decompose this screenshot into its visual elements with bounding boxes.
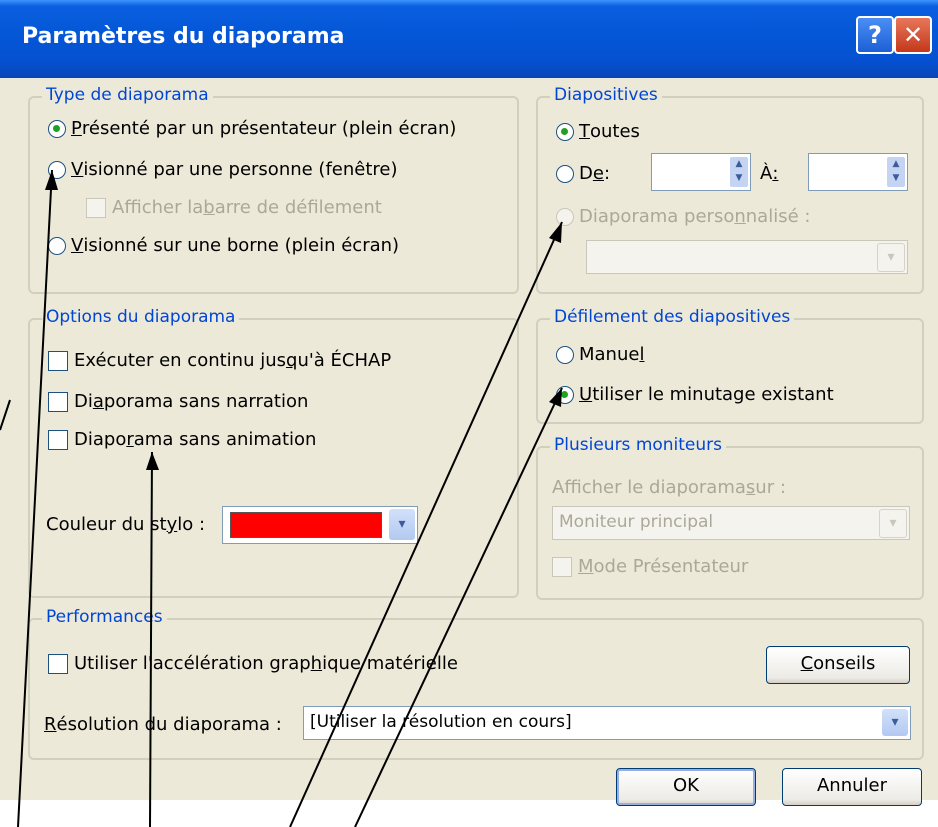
resolution-label: Résolution du diaporama : [44, 714, 282, 735]
chevron-down-icon[interactable]: ▾ [882, 709, 908, 736]
checkbox-box[interactable] [86, 197, 106, 218]
group-title: Plusieurs moniteurs [550, 435, 727, 455]
cancel-button[interactable]: Annuler [782, 768, 922, 806]
chevron-down-icon[interactable]: ▾ [389, 509, 415, 540]
checkbox-box[interactable] [48, 653, 68, 674]
resolution-select[interactable]: [Utiliser la résolution en cours] ▾ [303, 706, 911, 740]
show-on-label: Afficher le diaporama s ur : [552, 477, 786, 498]
radio-all-slides[interactable]: Toutes [556, 121, 640, 142]
checkbox-box[interactable] [48, 350, 68, 371]
checkbox-show-scrollbar[interactable]: Afficher la b arre de défilement [86, 197, 382, 218]
slides-to-spinner[interactable]: ▲ ▼ [808, 153, 908, 191]
group-advance-slides: Défilement des diapositives [536, 307, 924, 424]
radio-indicator[interactable] [556, 385, 574, 404]
group-title: Performances [42, 607, 167, 627]
title-bar[interactable]: Paramètres du diaporama ? ✕ [0, 0, 938, 78]
group-title: Options du diaporama [42, 307, 240, 327]
group-title: Type de diaporama [42, 85, 213, 105]
spinner-arrows-icon[interactable]: ▲ ▼ [730, 157, 748, 187]
pen-color-swatch [230, 512, 382, 538]
spinner-arrows-icon[interactable]: ▲ ▼ [887, 157, 905, 187]
radio-slides-from[interactable]: De : [556, 163, 610, 184]
checkbox-presenter-view[interactable]: Mode Présentateur [552, 556, 748, 577]
slides-to-label: À : [760, 163, 779, 184]
checkbox-without-animation[interactable]: Diapo r ama sans animation [48, 429, 316, 450]
radio-indicator[interactable] [556, 207, 574, 226]
dialog-title: Paramètres du diaporama [22, 24, 345, 49]
pen-color-select[interactable]: ▾ [222, 506, 418, 544]
checkbox-loop-until-esc[interactable]: Exécuter en continu jus q u'à ÉCHAP [48, 350, 391, 371]
checkbox-without-narration[interactable]: Di a porama sans narration [48, 391, 308, 412]
monitor-select-value: Moniteur principal [559, 512, 714, 532]
radio-manual[interactable]: Manue l [556, 344, 644, 365]
radio-indicator[interactable] [556, 164, 574, 183]
monitor-select[interactable]: Moniteur principal ▾ [552, 506, 910, 540]
radio-indicator[interactable] [48, 119, 66, 138]
checkbox-box[interactable] [48, 391, 68, 412]
chevron-down-icon[interactable]: ▾ [877, 243, 905, 272]
radio-custom-show[interactable]: Diaporama perso n nalisé : [556, 206, 810, 227]
checkbox-hardware-acceleration[interactable]: Utiliser l'accélération grap h ique matéri… [48, 653, 458, 674]
resolution-select-value: [Utiliser la résolution en cours] [310, 712, 572, 732]
radio-use-timings[interactable]: Utiliser le minutage existant [556, 384, 834, 405]
close-icon[interactable]: ✕ [894, 16, 932, 54]
checkbox-box[interactable] [552, 556, 572, 577]
pen-color-label: Couleur du st y lo : [46, 514, 206, 535]
group-title: Diapositives [550, 85, 662, 105]
dialog-window: Paramètres du diaporama ? ✕ Type de diap… [0, 0, 938, 806]
slides-from-spinner[interactable]: ▲ ▼ [651, 153, 751, 191]
radio-presented-by-speaker[interactable]: Présenté par un présentateur (plein écra… [48, 118, 456, 139]
checkbox-box[interactable] [48, 429, 68, 450]
chevron-down-icon[interactable]: ▾ [879, 509, 907, 538]
radio-indicator[interactable] [556, 345, 574, 364]
radio-indicator[interactable] [556, 122, 574, 141]
group-title: Défilement des diapositives [550, 307, 795, 327]
tips-button[interactable]: Conseils [766, 646, 910, 684]
custom-show-select[interactable]: ▾ [586, 240, 908, 274]
radio-browsed-at-kiosk[interactable]: Visionné sur une borne (plein écran) [48, 235, 399, 256]
radio-indicator[interactable] [48, 160, 66, 179]
ok-button[interactable]: OK [616, 768, 756, 806]
radio-indicator[interactable] [48, 236, 66, 255]
radio-browsed-by-individual[interactable]: Visionné par une personne (fenêtre) [48, 159, 398, 180]
help-icon[interactable]: ? [856, 16, 894, 54]
